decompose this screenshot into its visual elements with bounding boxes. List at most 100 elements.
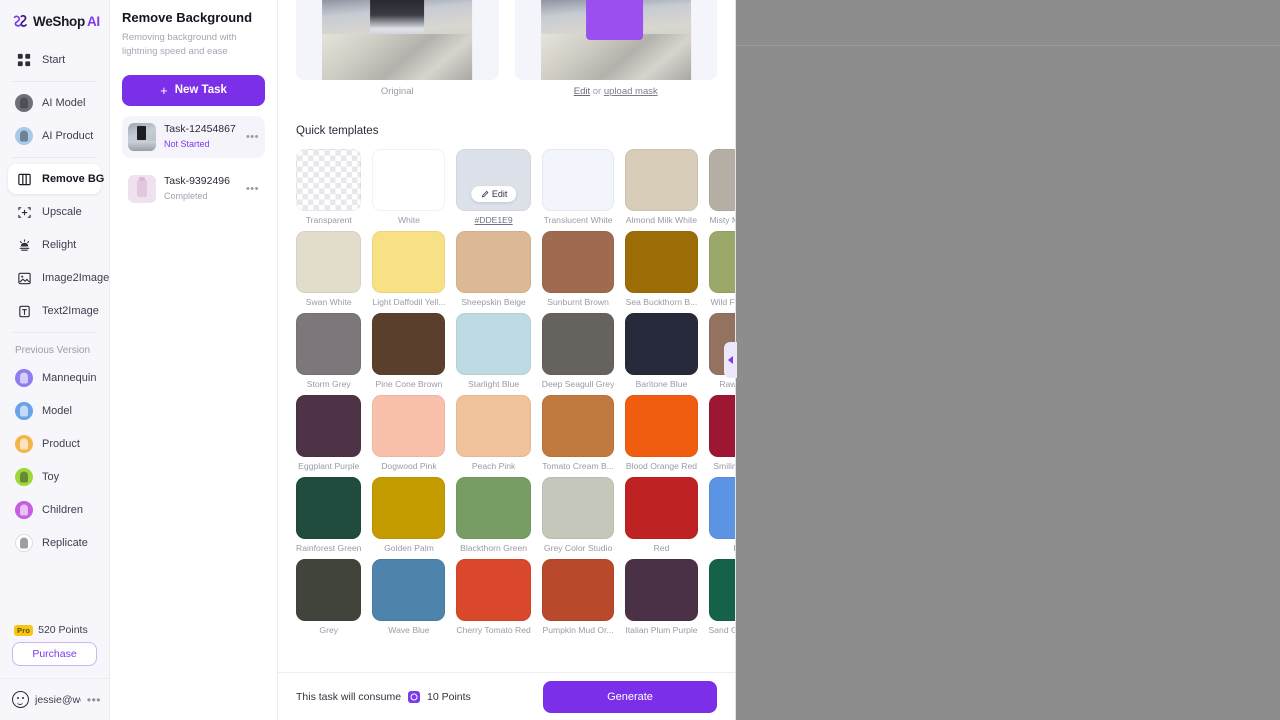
swatch-color[interactable]: Edit xyxy=(456,149,531,211)
task-list-item[interactable]: Task-12454867 Not Started ••• xyxy=(122,115,265,158)
task-menu-icon[interactable]: ••• xyxy=(246,183,259,195)
template-swatch[interactable]: Pumpkin Mud Or... xyxy=(541,559,615,635)
sidebar-item-image2image[interactable]: Image2Image xyxy=(8,263,109,293)
swatch-color[interactable] xyxy=(372,395,446,457)
new-task-button[interactable]: + New Task xyxy=(122,74,265,106)
sidebar-item-model[interactable]: Model xyxy=(8,396,101,426)
template-swatch[interactable]: Sand Gold Green xyxy=(708,559,735,635)
swatch-color[interactable] xyxy=(708,559,735,621)
swatch-color[interactable] xyxy=(456,395,531,457)
template-swatch[interactable]: Baritone Blue xyxy=(625,313,698,389)
template-swatch[interactable]: Eggplant Purple xyxy=(296,395,362,471)
swatch-color[interactable] xyxy=(541,231,615,293)
swatch-color[interactable] xyxy=(296,149,362,211)
template-swatch[interactable]: Tomato Cream B... xyxy=(541,395,615,471)
template-swatch[interactable]: Golden Palm xyxy=(372,477,446,553)
template-swatch[interactable]: Wave Blue xyxy=(372,559,446,635)
swatch-color[interactable] xyxy=(372,231,446,293)
sidebar-item-ai-product[interactable]: AI Product xyxy=(8,121,101,151)
swatch-color[interactable] xyxy=(625,313,698,375)
template-swatch[interactable]: Transparent xyxy=(296,149,362,225)
sidebar-item-product[interactable]: Product xyxy=(8,429,101,459)
template-swatch[interactable]: Sunburnt Brown xyxy=(541,231,615,307)
sidebar-item-ai-model[interactable]: AI Model xyxy=(8,88,101,118)
user-account-row[interactable]: jessie@we... ••• xyxy=(0,678,109,712)
swatch-color[interactable] xyxy=(456,231,531,293)
swatch-color[interactable] xyxy=(372,477,446,539)
swatch-color[interactable] xyxy=(625,149,698,211)
edit-mask-link[interactable]: Edit xyxy=(574,86,590,97)
template-swatch[interactable]: Peach Pink xyxy=(456,395,531,471)
sidebar-item-replicate[interactable]: Replicate xyxy=(8,528,101,558)
canvas-area[interactable] xyxy=(724,0,1280,720)
template-swatch[interactable]: Smiling Scarlet xyxy=(708,395,735,471)
swatch-color[interactable] xyxy=(296,477,362,539)
template-swatch[interactable]: Sea Buckthorn B... xyxy=(625,231,698,307)
generate-button[interactable]: Generate xyxy=(543,680,717,713)
template-swatch[interactable]: Light Daffodil Yell... xyxy=(372,231,446,307)
sidebar-item-text2image[interactable]: Text2Image xyxy=(8,296,101,326)
swatch-color[interactable] xyxy=(625,231,698,293)
mask-image[interactable] xyxy=(514,0,717,80)
swatch-color[interactable] xyxy=(541,477,615,539)
swatch-color[interactable] xyxy=(456,313,531,375)
sidebar-item-relight[interactable]: Relight xyxy=(8,230,101,260)
template-swatch[interactable]: Rainforest Green xyxy=(296,477,362,553)
template-swatch[interactable]: Edit #DDE1E9 xyxy=(456,149,531,225)
template-swatch[interactable]: Deep Seagull Grey xyxy=(541,313,615,389)
template-swatch[interactable]: Misty Moon Grey xyxy=(708,149,735,225)
swatch-color[interactable] xyxy=(456,477,531,539)
purchase-button[interactable]: Purchase xyxy=(12,642,97,666)
sidebar-item-toy[interactable]: Toy xyxy=(8,462,101,492)
template-swatch[interactable]: Red xyxy=(625,477,698,553)
swatch-color[interactable] xyxy=(541,313,615,375)
swatch-color[interactable] xyxy=(708,231,735,293)
swatch-color[interactable] xyxy=(296,231,362,293)
template-swatch[interactable]: Grey Color Studio xyxy=(541,477,615,553)
template-swatch[interactable]: White xyxy=(372,149,446,225)
swatch-color[interactable] xyxy=(708,395,735,457)
template-swatch[interactable]: Blue xyxy=(708,477,735,553)
template-swatch[interactable]: Cherry Tomato Red xyxy=(456,559,531,635)
swatch-color[interactable] xyxy=(625,395,698,457)
task-list-item[interactable]: Task-9392496 Completed ••• xyxy=(122,168,265,210)
sidebar-item-remove-bg[interactable]: Remove BG xyxy=(8,164,104,194)
task-menu-icon[interactable]: ••• xyxy=(246,131,259,143)
template-swatch[interactable]: Starlight Blue xyxy=(456,313,531,389)
sidebar-item-children[interactable]: Children xyxy=(8,495,101,525)
swatch-color[interactable] xyxy=(625,559,698,621)
swatch-color[interactable] xyxy=(296,395,362,457)
swatch-color[interactable] xyxy=(541,559,615,621)
original-image[interactable] xyxy=(296,0,499,80)
swatch-color[interactable] xyxy=(296,559,362,621)
template-swatch[interactable]: Translucent White xyxy=(541,149,615,225)
upload-mask-link[interactable]: upload mask xyxy=(604,86,658,97)
template-swatch[interactable]: Almond Milk White xyxy=(625,149,698,225)
swatch-color[interactable] xyxy=(708,149,735,211)
template-swatch[interactable]: Wild Fern Green xyxy=(708,231,735,307)
template-swatch[interactable]: Italian Plum Purple xyxy=(625,559,698,635)
swatch-label[interactable]: #DDE1E9 xyxy=(456,215,530,225)
swatch-color[interactable] xyxy=(541,395,615,457)
user-menu-icon[interactable]: ••• xyxy=(87,693,109,707)
swatch-color[interactable] xyxy=(296,313,362,375)
sidebar-item-upscale[interactable]: Upscale xyxy=(8,197,101,227)
swatch-color[interactable] xyxy=(456,559,531,621)
collapse-left-icon[interactable] xyxy=(724,342,737,378)
template-swatch[interactable]: Swan White xyxy=(296,231,362,307)
swatch-color[interactable] xyxy=(372,559,446,621)
swatch-color[interactable] xyxy=(372,149,446,211)
template-swatch[interactable]: Storm Grey xyxy=(296,313,362,389)
template-swatch[interactable]: Sheepskin Beige xyxy=(456,231,531,307)
sidebar-item-start[interactable]: Start xyxy=(8,45,101,75)
swatch-color[interactable] xyxy=(541,149,615,211)
swatch-edit-button[interactable]: Edit xyxy=(470,186,517,202)
template-swatch[interactable]: Grey xyxy=(296,559,362,635)
template-swatch[interactable]: Pine Cone Brown xyxy=(372,313,446,389)
swatch-color[interactable] xyxy=(625,477,698,539)
sidebar-item-mannequin[interactable]: Mannequin xyxy=(8,363,101,393)
template-swatch[interactable]: Blackthorn Green xyxy=(456,477,531,553)
template-swatch[interactable]: Dogwood Pink xyxy=(372,395,446,471)
swatch-color[interactable] xyxy=(372,313,446,375)
swatch-color[interactable] xyxy=(708,477,735,539)
